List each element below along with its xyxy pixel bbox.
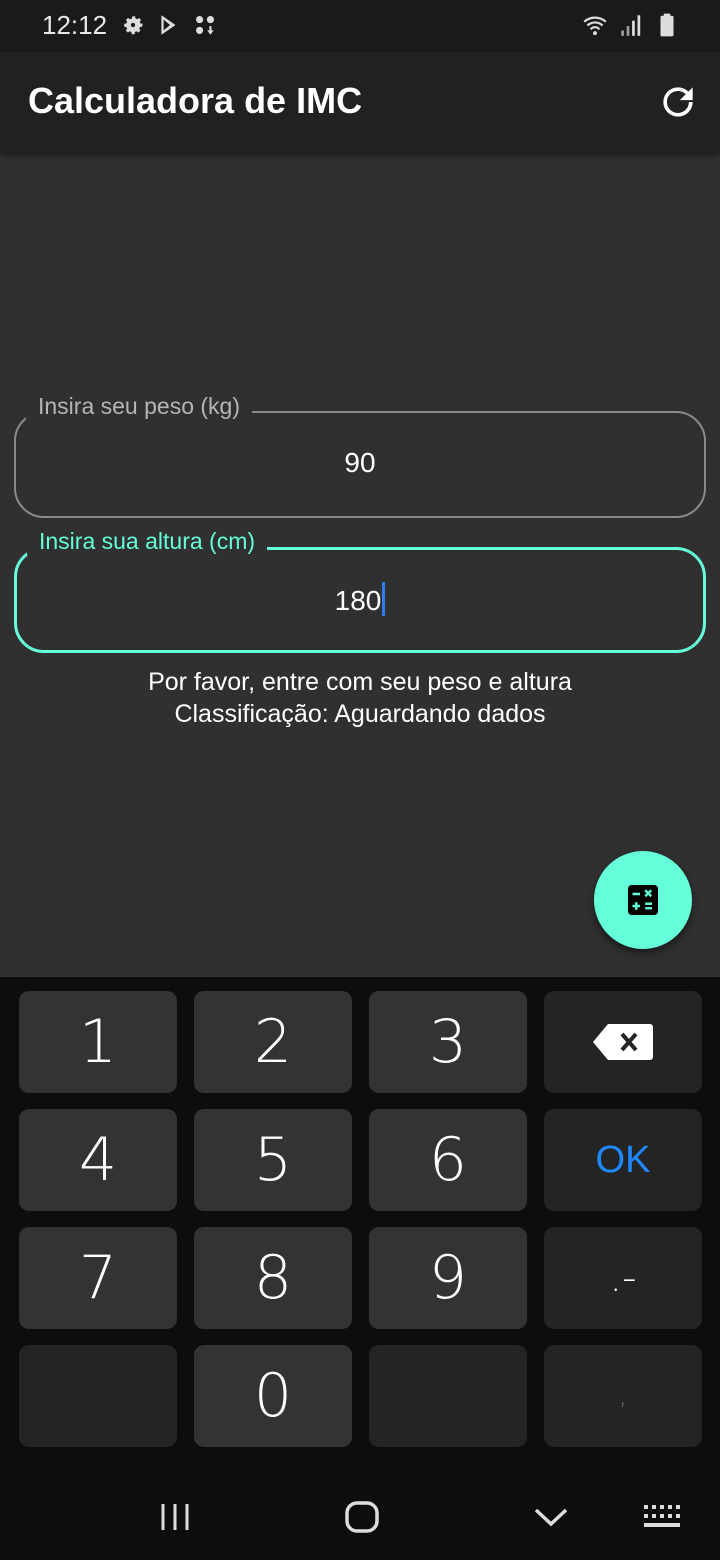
status-icons-right: [582, 12, 680, 38]
comma-key[interactable]: ,: [544, 1345, 702, 1447]
text-cursor: [382, 582, 386, 616]
key-4[interactable]: 4: [19, 1109, 177, 1211]
wifi-icon: [583, 16, 607, 36]
signal-icon: [621, 15, 641, 36]
status-time: 12:12: [42, 10, 108, 40]
classification-text: Classificação: Aguardando dados: [174, 700, 546, 728]
weight-field[interactable]: Insira seu peso (kg) 90: [14, 393, 706, 518]
info-message: Por favor, entre com seu peso e altura: [148, 668, 572, 696]
key-0[interactable]: 0: [194, 1345, 352, 1447]
ok-key[interactable]: OK: [544, 1109, 702, 1211]
weight-input[interactable]: 90: [16, 447, 704, 479]
key-3[interactable]: 3: [369, 991, 527, 1093]
key-2[interactable]: 2: [194, 991, 352, 1093]
refresh-icon[interactable]: [656, 80, 700, 124]
calculate-button[interactable]: [594, 851, 692, 949]
recents-icon[interactable]: [158, 1500, 192, 1534]
app-bar: Calculadora de IMC: [0, 52, 720, 152]
key-9[interactable]: 9: [369, 1227, 527, 1329]
app-title: Calculadora de IMC: [28, 80, 363, 121]
weight-value: 90: [344, 447, 376, 478]
key-5[interactable]: 5: [194, 1109, 352, 1211]
calculator-icon: [628, 885, 658, 915]
weight-label: Insira seu peso (kg): [26, 393, 252, 420]
play-store-icon: [161, 15, 176, 35]
battery-icon: [660, 13, 674, 37]
status-icons-left: [120, 12, 218, 38]
home-icon[interactable]: [343, 1498, 381, 1536]
backspace-key[interactable]: [544, 991, 702, 1093]
key-1[interactable]: 1: [19, 991, 177, 1093]
keyboard-switch-icon[interactable]: [642, 1502, 684, 1532]
status-bar: 12:12: [0, 0, 720, 52]
height-field[interactable]: Insira sua altura (cm) 180: [14, 528, 706, 653]
backspace-icon: [593, 1024, 653, 1060]
numeric-keyboard: 1 2 3 4 5 6 OK 7 8 9 .- 0 ,: [0, 977, 720, 1560]
key-6[interactable]: 6: [369, 1109, 527, 1211]
hide-keyboard-icon[interactable]: [532, 1502, 570, 1532]
apps-icon: [196, 16, 214, 35]
punctuation-key[interactable]: .-: [544, 1227, 702, 1329]
settings-icon: [124, 16, 143, 35]
empty-key-left: [19, 1345, 177, 1447]
navigation-bar: [0, 1480, 720, 1560]
empty-key-middle: [369, 1345, 527, 1447]
height-input[interactable]: 180: [17, 582, 703, 617]
height-label: Insira sua altura (cm): [27, 528, 268, 555]
key-7[interactable]: 7: [19, 1227, 177, 1329]
key-8[interactable]: 8: [194, 1227, 352, 1329]
height-value: 180: [334, 585, 382, 616]
